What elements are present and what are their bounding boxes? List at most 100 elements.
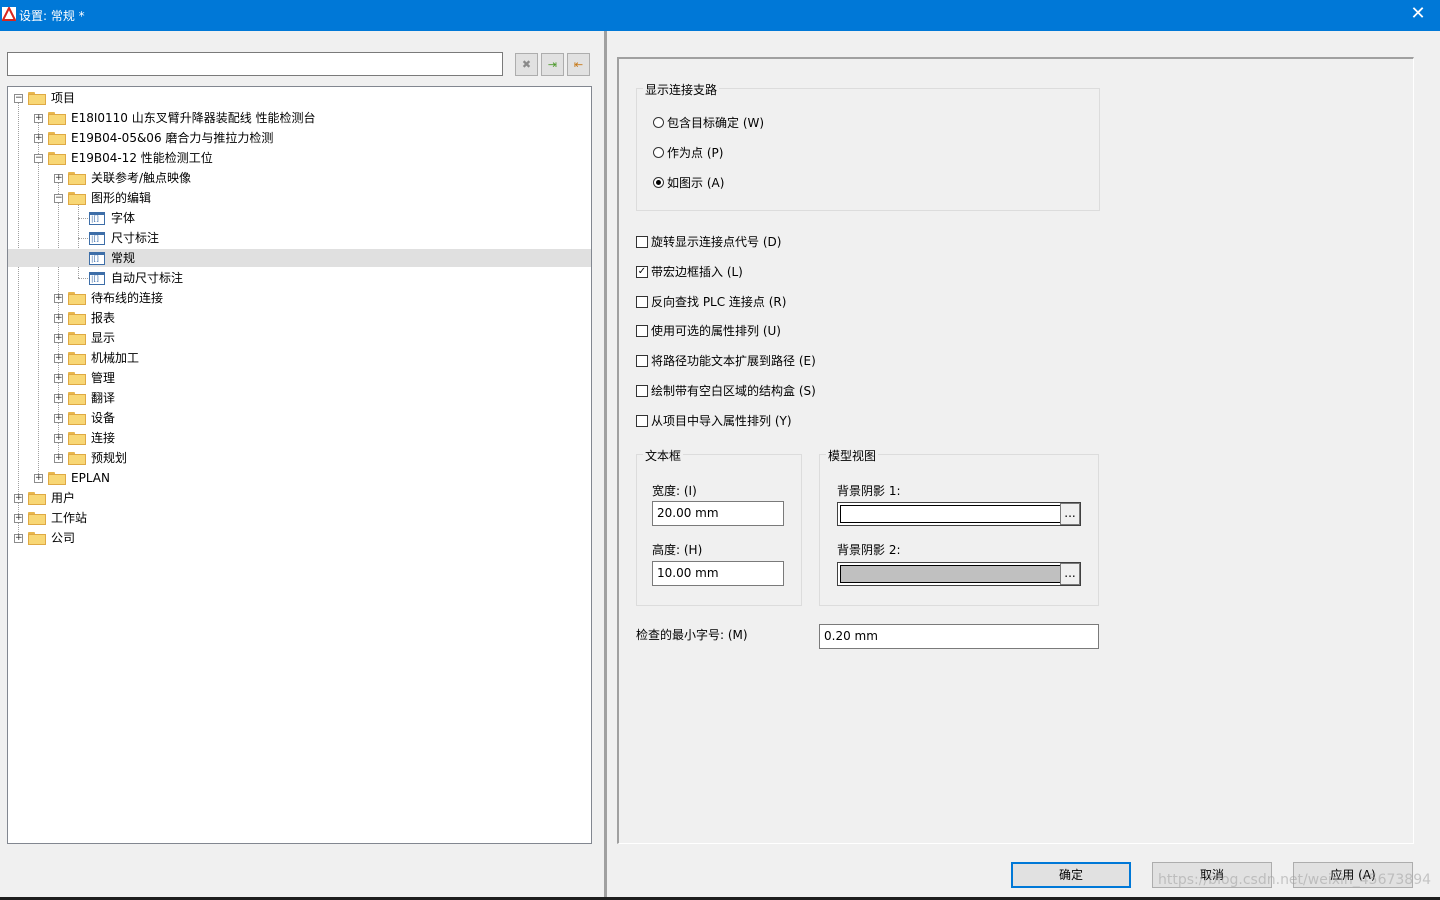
background-shade-1-browse-button[interactable]: ...: [1060, 503, 1080, 525]
expand-icon[interactable]: +: [14, 514, 23, 523]
expand-icon[interactable]: +: [54, 374, 63, 383]
checkbox-draw-structure-box[interactable]: 绘制带有空白区域的结构盒 (S): [636, 382, 816, 399]
width-field[interactable]: 20.00 mm: [652, 501, 784, 526]
tree-item-project-e18i0110[interactable]: + E18I0110 山东叉臂升降器装配线 性能检测台: [8, 109, 591, 127]
height-field[interactable]: 10.00 mm: [652, 561, 784, 586]
export-icon: ⇤: [573, 58, 584, 71]
tree-item-graphic-editing[interactable]: − 图形的编辑: [8, 189, 591, 207]
checkbox-insert-macro-frame[interactable]: ✓ 带宏边框插入 (L): [636, 263, 743, 280]
tree-item-project-e19b04-12[interactable]: − E19B04-12 性能检测工位: [8, 149, 591, 167]
settings-page-icon: [89, 252, 105, 265]
tree-item-user[interactable]: + 用户: [8, 489, 591, 507]
settings-tree[interactable]: − 项目 + E18I0110 山东叉臂升降器装配线 性能检测台 + E19B0…: [7, 86, 592, 844]
tree-item-cross-reference[interactable]: + 关联参考/触点映像: [8, 169, 591, 187]
tree-item-connections[interactable]: + 连接: [8, 429, 591, 447]
tree-item-label: EPLAN: [71, 471, 110, 485]
settings-page-icon: [89, 232, 105, 245]
expand-icon[interactable]: +: [14, 494, 23, 503]
tree-item-machining[interactable]: + 机械加工: [8, 349, 591, 367]
expand-icon[interactable]: +: [54, 414, 63, 423]
expand-icon[interactable]: +: [34, 474, 43, 483]
expand-icon[interactable]: +: [34, 134, 43, 143]
connection-branch-group-title: 显示连接支路: [643, 81, 720, 98]
tree-item-display[interactable]: + 显示: [8, 329, 591, 347]
radio-button-icon[interactable]: [653, 147, 664, 158]
expand-icon[interactable]: +: [54, 394, 63, 403]
checkbox-rotate-connection-point[interactable]: 旋转显示连接点代号 (D): [636, 233, 781, 250]
search-input[interactable]: [7, 52, 503, 76]
folder-icon: [28, 532, 46, 545]
checkbox-icon[interactable]: [636, 295, 648, 308]
folder-icon: [28, 512, 46, 525]
height-label: 高度: (H): [652, 543, 703, 557]
tree-item-management[interactable]: + 管理: [8, 369, 591, 387]
tree-item-reports[interactable]: + 报表: [8, 309, 591, 327]
tree-item-eplan[interactable]: + EPLAN: [8, 469, 591, 487]
export-button[interactable]: ⇤: [567, 53, 590, 76]
folder-icon: [28, 492, 46, 505]
radio-button-selected-icon[interactable]: [653, 177, 664, 188]
radio-as-shown[interactable]: 如图示 (A): [653, 174, 724, 191]
checkbox-icon[interactable]: [636, 324, 648, 337]
tree-item-project-e19b04-05[interactable]: + E19B04-05&06 磨合力与推拉力检测: [8, 129, 591, 147]
background-shade-1-color[interactable]: [837, 502, 1081, 526]
clear-filter-button[interactable]: ✖: [515, 53, 538, 76]
folder-icon: [68, 412, 86, 425]
expand-icon[interactable]: +: [54, 354, 63, 363]
radio-include-target[interactable]: 包含目标确定 (W): [653, 114, 764, 131]
radio-button-icon[interactable]: [653, 117, 664, 128]
folder-icon: [68, 192, 86, 205]
collapse-icon[interactable]: −: [14, 94, 23, 103]
import-button[interactable]: ⇥: [541, 53, 564, 76]
folder-icon: [48, 112, 66, 125]
collapse-icon[interactable]: −: [34, 154, 43, 163]
checkbox-reverse-plc-lookup[interactable]: 反向查找 PLC 连接点 (R): [636, 293, 786, 310]
folder-icon: [68, 332, 86, 345]
tree-item-connections-to-route[interactable]: + 待布线的连接: [8, 289, 591, 307]
expand-icon[interactable]: +: [54, 294, 63, 303]
expand-icon[interactable]: +: [54, 434, 63, 443]
tree-item-devices[interactable]: + 设备: [8, 409, 591, 427]
checkbox-import-property-arrangement[interactable]: 从项目中导入属性排列 (Y): [636, 412, 792, 429]
collapse-icon[interactable]: −: [54, 194, 63, 203]
tree-item-fonts[interactable]: 字体: [8, 209, 591, 227]
tree-item-pre-planning[interactable]: + 预规划: [8, 449, 591, 467]
background-shade-2-label: 背景阴影 2:: [837, 543, 901, 557]
tree-item-dimensioning[interactable]: 尺寸标注: [8, 229, 591, 247]
tree-item-label: 工作站: [51, 511, 88, 525]
expand-icon[interactable]: +: [54, 334, 63, 343]
checkbox-optional-property-arrangement[interactable]: 使用可选的属性排列 (U): [636, 322, 781, 339]
tree-item-auto-dimensioning[interactable]: 自动尺寸标注: [8, 269, 591, 287]
tree-item-company[interactable]: + 公司: [8, 529, 591, 547]
width-label: 宽度: (I): [652, 484, 697, 498]
color-swatch-white: [840, 505, 1078, 523]
expand-icon[interactable]: +: [34, 114, 43, 123]
background-shade-1-label: 背景阴影 1:: [837, 484, 901, 498]
tree-item-translation[interactable]: + 翻译: [8, 389, 591, 407]
close-icon[interactable]: ✕: [1408, 4, 1428, 24]
checkbox-icon[interactable]: [636, 384, 648, 397]
radio-as-point[interactable]: 作为点 (P): [653, 144, 723, 161]
background-shade-2-color[interactable]: [837, 562, 1081, 586]
settings-page-icon: [89, 212, 105, 225]
tree-item-workstation[interactable]: + 工作站: [8, 509, 591, 527]
checkbox-label: 使用可选的属性排列 (U): [651, 324, 781, 338]
tree-item-label: 管理: [91, 371, 116, 385]
background-shade-2-browse-button[interactable]: ...: [1060, 563, 1080, 585]
checkbox-icon[interactable]: [636, 235, 648, 248]
checkbox-icon[interactable]: [636, 414, 648, 427]
checkbox-extend-path-function-text[interactable]: 将路径功能文本扩展到路径 (E): [636, 352, 816, 369]
min-font-size-field[interactable]: 0.20 mm: [819, 624, 1099, 649]
folder-icon: [68, 372, 86, 385]
tree-item-general[interactable]: 常规: [8, 249, 591, 267]
ok-button[interactable]: 确定: [1011, 862, 1131, 888]
pane-splitter[interactable]: [604, 31, 607, 897]
expand-icon[interactable]: +: [54, 174, 63, 183]
expand-icon[interactable]: +: [14, 534, 23, 543]
tree-item-project[interactable]: − 项目: [8, 89, 591, 107]
checkbox-checked-icon[interactable]: ✓: [636, 265, 648, 278]
checkbox-icon[interactable]: [636, 354, 648, 367]
tree-item-label: 设备: [91, 411, 116, 425]
expand-icon[interactable]: +: [54, 314, 63, 323]
expand-icon[interactable]: +: [54, 454, 63, 463]
